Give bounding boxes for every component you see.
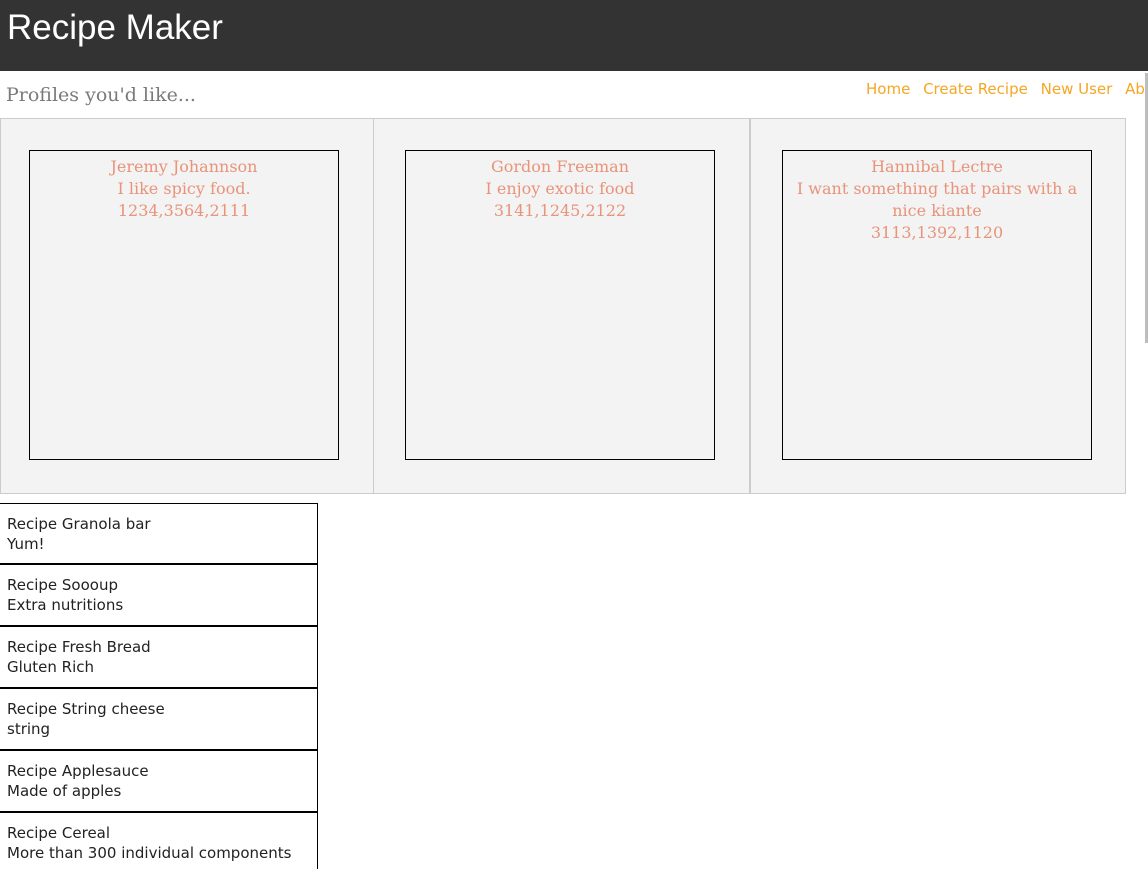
recipe-list-item[interactable]: Recipe Cereal More than 300 individual c… [0, 813, 318, 869]
recipe-title: Recipe String cheese [7, 700, 165, 718]
profile-name: Hannibal Lectre [871, 157, 1003, 176]
nav-create-recipe-link[interactable]: Create Recipe [923, 80, 1028, 98]
recipe-list-item[interactable]: Recipe Applesauce Made of apples [0, 751, 318, 813]
profile-bio: I want something that pairs with a nice … [796, 179, 1078, 220]
profile-bio: I like spicy food. [117, 179, 251, 198]
profile-card[interactable]: Hannibal Lectre I want something that pa… [782, 150, 1092, 460]
profile-card[interactable]: Jeremy Johannson I like spicy food. 1234… [29, 150, 339, 460]
recipe-list: Recipe Granola bar Yum! Recipe Soooup Ex… [0, 503, 318, 869]
profile-cell: Gordon Freeman I enjoy exotic food 3141,… [373, 118, 750, 494]
recipe-title: Recipe Fresh Bread [7, 638, 151, 656]
profiles-heading: Profiles you'd like... [6, 84, 196, 106]
recipe-list-item[interactable]: Recipe Fresh Bread Gluten Rich [0, 627, 318, 689]
main-nav: Home Create Recipe New User About [866, 78, 1148, 100]
profile-cell: Jeremy Johannson I like spicy food. 1234… [0, 118, 374, 494]
app-title: Recipe Maker [7, 8, 223, 47]
recipe-list-item[interactable]: Recipe Granola bar Yum! [0, 503, 318, 565]
recipe-title: Recipe Cereal [7, 824, 111, 842]
profile-card[interactable]: Gordon Freeman I enjoy exotic food 3141,… [405, 150, 715, 460]
recipe-description: string [7, 720, 51, 738]
recipe-description: More than 300 individual components [7, 844, 292, 862]
recipe-description: Gluten Rich [7, 658, 95, 676]
profile-recipe-ids: 3113,1392,1120 [870, 223, 1004, 242]
profile-name: Jeremy Johannson [110, 157, 258, 176]
profile-cell: Hannibal Lectre I want something that pa… [750, 118, 1126, 494]
profiles-row: Jeremy Johannson I like spicy food. 1234… [0, 118, 1126, 494]
top-bar: Recipe Maker [0, 0, 1148, 71]
profile-recipe-ids: 3141,1245,2122 [493, 201, 627, 220]
recipe-list-item[interactable]: Recipe String cheese string [0, 689, 318, 751]
recipe-title: Recipe Soooup [7, 576, 118, 594]
recipe-description: Extra nutritions [7, 596, 124, 614]
nav-home-link[interactable]: Home [866, 80, 910, 98]
recipe-title: Recipe Applesauce [7, 762, 149, 780]
recipe-title: Recipe Granola bar [7, 515, 151, 533]
profile-recipe-ids: 1234,3564,2111 [117, 201, 251, 220]
profile-bio: I enjoy exotic food [485, 179, 635, 198]
nav-new-user-link[interactable]: New User [1041, 80, 1113, 98]
recipe-description: Yum! [7, 535, 45, 553]
recipe-description: Made of apples [7, 782, 122, 800]
recipe-list-item[interactable]: Recipe Soooup Extra nutritions [0, 565, 318, 627]
profile-name: Gordon Freeman [490, 157, 630, 176]
